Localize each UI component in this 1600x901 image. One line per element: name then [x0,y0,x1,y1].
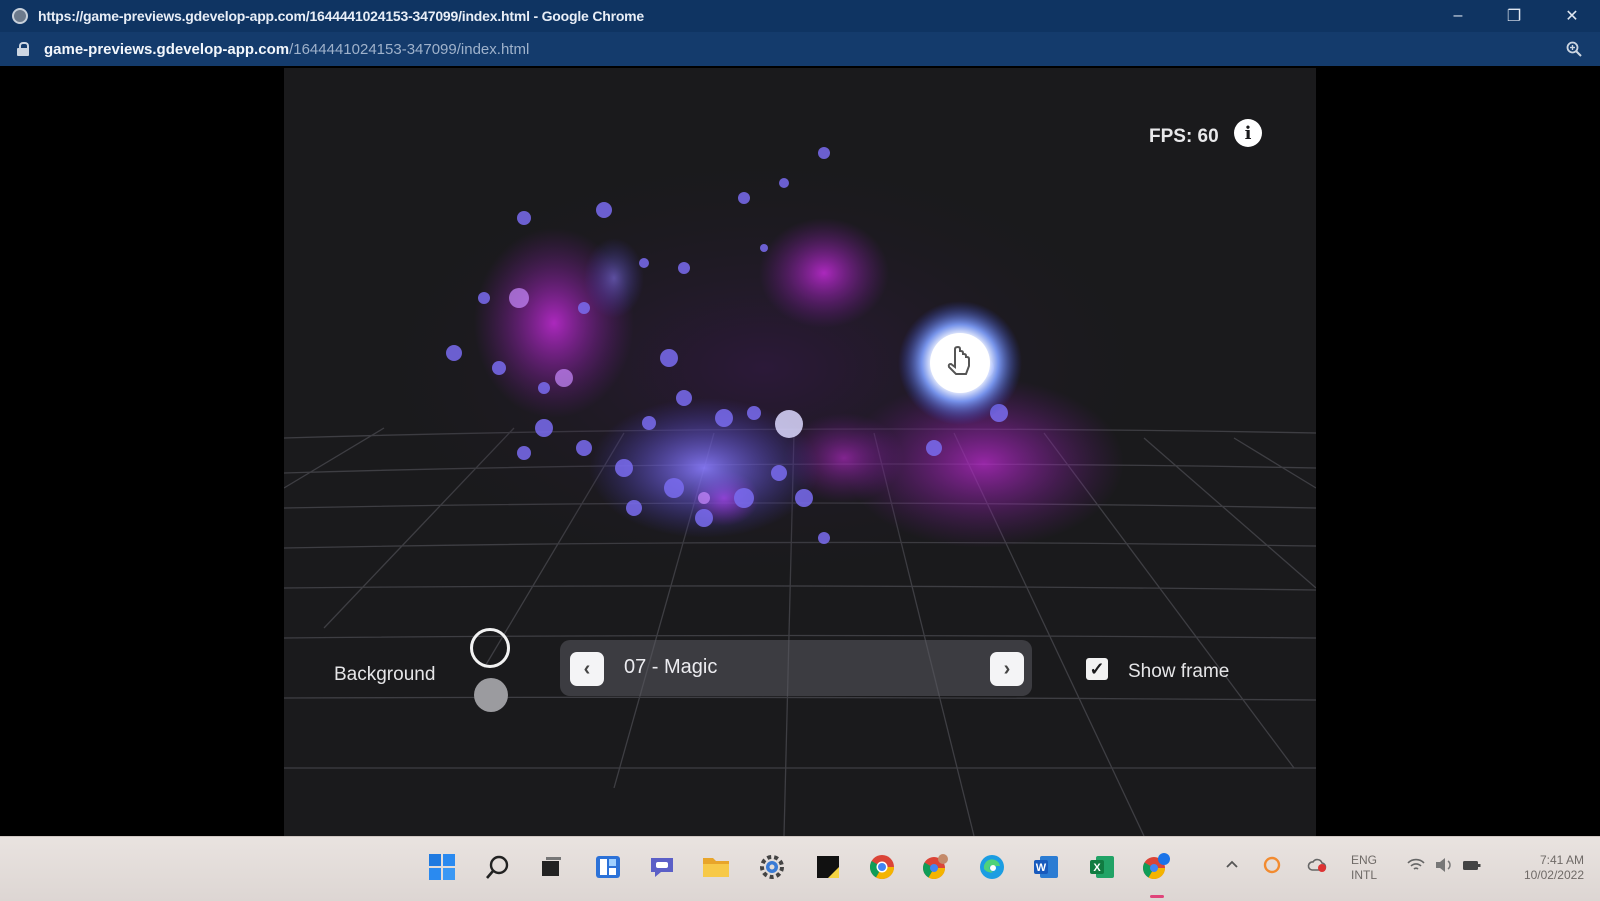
excel-icon[interactable]: X [1086,851,1118,883]
url-text[interactable]: game-previews.gdevelop-app.com/164444102… [44,41,529,58]
svg-text:W: W [1036,862,1047,874]
show-frame-label[interactable]: Show frame [1128,661,1229,683]
search-icon[interactable] [482,851,514,883]
background-label: Background [334,664,436,685]
taskbar: W X ENG INTL 7:41 AM 10/02/2022 [0,836,1600,901]
cloud-icon[interactable] [1306,853,1330,877]
widgets-icon[interactable] [592,851,624,883]
teams-chat-icon[interactable] [646,851,678,883]
volume-icon[interactable] [1432,853,1456,877]
clock[interactable]: 7:41 AM 10/02/2022 [1494,853,1584,883]
url-path: /1644441024153-347099/index.html [289,40,530,58]
chevron-up-icon[interactable] [1222,855,1242,875]
language-indicator[interactable]: ENG INTL [1344,853,1384,883]
url-host: game-previews.gdevelop-app.com [44,40,290,58]
chrome-active-icon[interactable] [1140,851,1172,883]
particle-scene [284,138,1316,836]
clock-date: 10/02/2022 [1523,868,1584,882]
lock-icon[interactable] [16,42,30,56]
sticky-notes-icon[interactable] [812,851,844,883]
info-icon[interactable]: i [1234,119,1262,147]
chrome-profile-icon[interactable] [920,851,952,883]
file-explorer-icon[interactable] [700,851,732,883]
zoom-icon[interactable] [1566,41,1582,57]
chrome-icon [12,8,28,24]
background-gray-swatch[interactable] [474,678,508,712]
game-canvas[interactable]: FPS: 60 i Background ‹ 07 - Magic › ✓ Sh… [284,68,1316,836]
minimize-button[interactable]: – [1430,0,1486,32]
chrome-icon[interactable] [866,851,898,883]
fps-counter: FPS: 60 [1149,126,1219,147]
window-title-bar: https://game-previews.gdevelop-app.com/1… [0,0,1600,32]
settings-icon[interactable] [756,851,788,883]
word-icon[interactable]: W [1030,851,1062,883]
keyboard-layout: INTL [1350,868,1377,882]
effect-selector: ‹ 07 - Magic › [560,640,1032,696]
show-frame-checkbox[interactable]: ✓ [1086,658,1108,680]
background-black-swatch[interactable] [470,628,510,668]
wifi-icon[interactable] [1404,853,1428,877]
language-code: ENG [1350,853,1377,867]
edge-icon[interactable] [976,851,1008,883]
next-effect-button[interactable]: › [990,652,1024,686]
restore-button[interactable]: ❐ [1486,0,1542,32]
battery-icon[interactable] [1460,853,1484,877]
effect-name: 07 - Magic [624,656,718,678]
sync-icon[interactable] [1260,853,1284,877]
clock-time: 7:41 AM [1539,853,1584,867]
windows-start-icon[interactable] [426,851,458,883]
address-bar[interactable]: game-previews.gdevelop-app.com/164444102… [0,32,1600,66]
active-app-indicator [1150,895,1164,898]
task-view-icon[interactable] [536,851,568,883]
svg-text:X: X [1093,862,1101,874]
window-title: https://game-previews.gdevelop-app.com/1… [38,8,645,24]
previous-effect-button[interactable]: ‹ [570,652,604,686]
close-button[interactable]: ✕ [1544,0,1600,32]
